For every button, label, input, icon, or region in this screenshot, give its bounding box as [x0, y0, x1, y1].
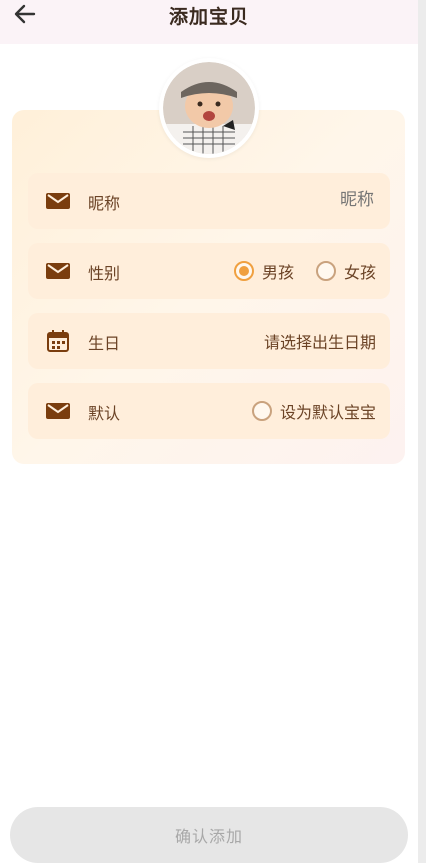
nickname-input[interactable] — [252, 189, 376, 211]
gender-option-boy[interactable]: 男孩 — [233, 259, 294, 283]
mail-icon — [46, 403, 70, 419]
mail-icon — [46, 193, 70, 209]
gender-option-label: 男孩 — [261, 263, 294, 282]
gender-option-girl[interactable]: 女孩 — [315, 259, 376, 283]
top-bar: 添加宝贝 — [0, 0, 418, 44]
confirm-add-button[interactable]: 确认添加 — [10, 807, 408, 863]
radio-checked-icon — [233, 261, 254, 281]
avatar[interactable] — [159, 58, 259, 158]
calendar-icon — [47, 330, 69, 352]
mail-icon — [46, 263, 70, 279]
birthday-row[interactable]: 生日 请选择出生日期 — [28, 313, 390, 369]
birthday-picker[interactable]: 请选择出生日期 — [264, 329, 376, 353]
birthday-label: 生日 — [88, 334, 121, 353]
gender-row: 性别 男孩 女孩 — [28, 243, 390, 299]
default-label: 默认 — [88, 404, 121, 423]
set-default-option[interactable]: 设为默认宝宝 — [251, 399, 376, 423]
baby-photo-image — [163, 62, 255, 154]
radio-unchecked-icon — [315, 261, 336, 281]
scrollbar[interactable] — [418, 0, 426, 863]
nickname-label: 昵称 — [88, 194, 121, 213]
gender-label: 性别 — [88, 264, 121, 283]
page-title: 添加宝贝 — [168, 6, 249, 28]
nickname-row: 昵称 — [28, 173, 390, 229]
default-row: 默认 设为默认宝宝 — [28, 383, 390, 439]
set-default-label: 设为默认宝宝 — [279, 403, 376, 422]
radio-unchecked-icon — [251, 401, 272, 421]
gender-option-label: 女孩 — [343, 263, 376, 282]
